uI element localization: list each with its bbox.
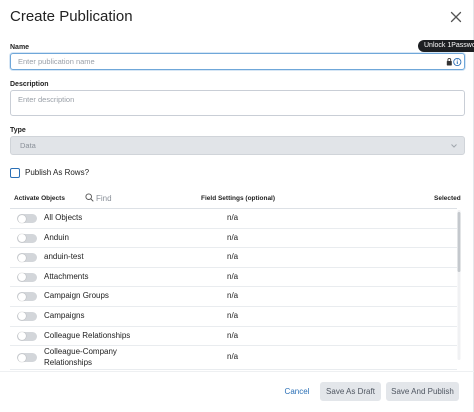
save-and-publish-button[interactable]: Save And Publish [386,382,459,401]
activate-toggle[interactable] [17,292,37,302]
table-row: Attachments n/a [10,268,457,288]
field-settings-value: n/a [227,232,239,242]
find-objects-input[interactable] [96,192,166,204]
password-manager-tooltip: Unlock 1Passwo [418,40,474,52]
table-row: Anduin n/a [10,229,457,249]
object-name: Attachments [44,271,89,281]
password-manager-icons[interactable] [446,57,462,67]
type-selected-value: Data [20,141,36,150]
objects-table: All Objects n/a Anduin n/a anduin-test n… [10,209,457,371]
object-name: anduin-test [44,252,84,262]
table-row: Campaigns n/a [10,307,457,327]
info-icon [453,57,462,67]
activate-toggle[interactable] [17,253,37,263]
publish-as-rows-checkbox[interactable] [10,168,20,178]
table-row: All Objects n/a [10,209,457,229]
table-row: Colleague Relationships n/a [10,327,457,347]
footer-divider [0,371,474,372]
publication-name-input[interactable] [10,53,465,70]
create-publication-dialog: Create Publication Name Unlock 1Passwo D… [0,0,474,412]
search-icon [85,193,94,202]
type-select[interactable]: Data [10,136,465,155]
field-settings-value: n/a [227,213,239,222]
activate-objects-header: Activate Objects [14,195,65,202]
name-label: Name [10,44,30,51]
object-name: All Objects [44,213,83,222]
activate-toggle[interactable] [17,353,37,363]
field-settings-value: n/a [227,310,239,320]
type-label: Type [10,127,26,134]
activate-toggle[interactable] [17,233,37,243]
field-settings-value: n/a [227,291,239,301]
table-scrollbar[interactable] [457,210,461,360]
chevron-down-icon [451,144,457,148]
cancel-button[interactable]: Cancel [280,382,314,401]
close-icon[interactable] [448,9,464,25]
activate-toggle[interactable] [17,214,37,223]
field-settings-value: n/a [227,330,239,340]
description-label: Description [10,81,49,88]
activate-toggle[interactable] [17,331,37,341]
save-as-draft-button[interactable]: Save As Draft [320,382,381,401]
object-name: Campaign Groups [44,291,109,301]
field-settings-header: Field Settings (optional) [201,195,276,202]
activate-toggle[interactable] [17,311,37,321]
object-name: Campaigns [44,310,85,320]
publish-as-rows-label: Publish As Rows? [25,168,90,177]
object-name: Colleague Relationships [44,330,131,340]
description-field[interactable] [10,90,465,116]
object-name: Anduin [44,232,69,242]
dialog-title: Create Publication [10,8,133,25]
field-settings-value: n/a [227,252,239,262]
field-settings-value: n/a [227,352,239,362]
table-row: Colleague-Company Relationships n/a [10,346,457,371]
table-row: anduin-test n/a [10,248,457,268]
field-settings-value: n/a [227,271,239,281]
selected-header: Selected [434,195,461,202]
activate-toggle[interactable] [17,272,37,282]
lock-icon [446,58,452,66]
object-name: Colleague-Company Relationships [44,347,117,367]
table-row: Campaign Groups n/a [10,287,457,307]
